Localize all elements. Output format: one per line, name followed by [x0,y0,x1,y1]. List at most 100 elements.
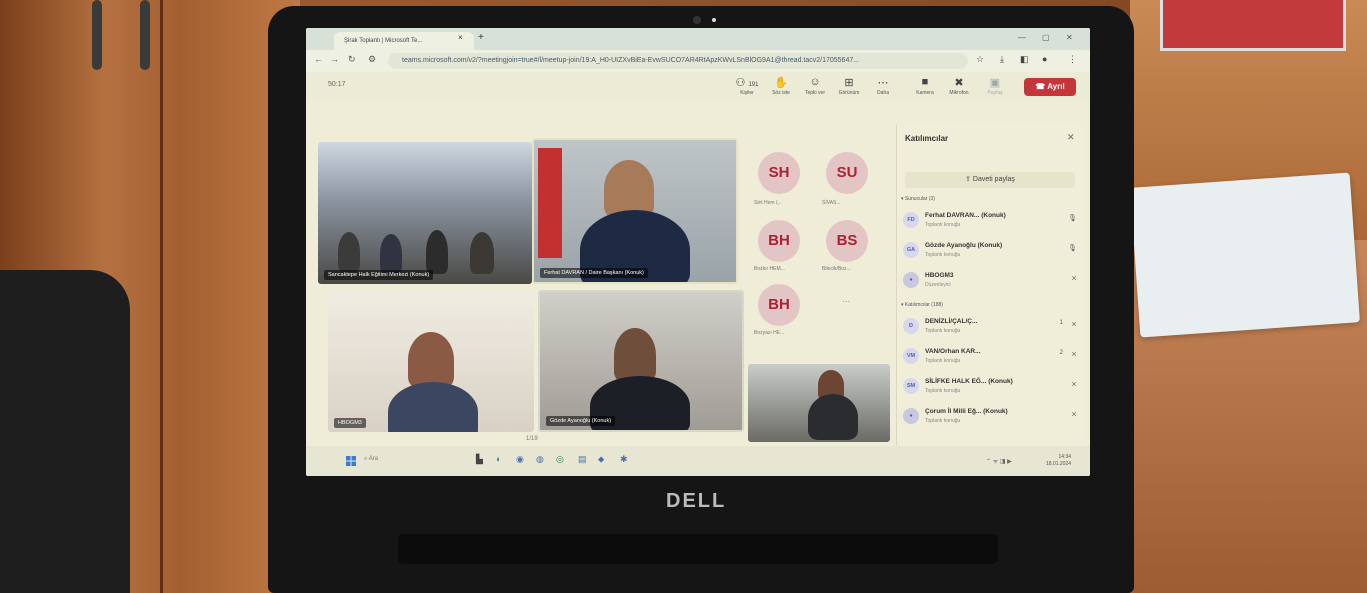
windows-start-icon[interactable] [346,456,356,466]
forward-icon[interactable]: → [330,54,339,64]
address-bar-row: ← → ↻ ⚙ teams.microsoft.com/v2/?meetingj… [306,50,1090,72]
download-icon[interactable]: ⤓ [1000,54,1004,65]
share-invite-button[interactable]: ⇪ Daveti paylaş [905,172,1075,188]
person-body [808,394,858,440]
new-tab-button[interactable]: + [478,32,484,43]
participant-row[interactable]: SM SİLİFKE HALK EĞ... (Konuk) Toplantı k… [903,374,1081,400]
participant-row[interactable]: FD Ferhat DAVRAN... (Konuk) Toplantı kon… [903,208,1081,234]
profile-icon[interactable]: ● [1042,54,1047,64]
participant-avatar[interactable]: BH [758,220,800,262]
participant-avatar[interactable]: BS [826,220,868,262]
widgets-icon[interactable]: ◐ [496,454,501,464]
camera-button[interactable]: ■ Kamera [910,76,940,96]
mic-button[interactable]: ✖ Mikrofon [944,76,974,96]
raise-hand-button[interactable]: ✋ Söz iste [766,76,796,96]
url-field[interactable]: teams.microsoft.com/v2/?meetingjoin=true… [388,53,968,69]
avatar-label: Bilecik/Boz... [822,266,851,272]
close-window-icon[interactable]: ✕ [1066,33,1073,42]
photo-scene: DELL Şirak Toplantı | Microsoft Te... × … [0,0,1367,593]
leave-button[interactable]: ☎ Ayrıl [1024,78,1076,96]
participant-name: DENİZLİ/ÇAL/Ç... [925,318,978,325]
participant-avatar: GA [903,242,919,258]
page-indicator[interactable]: 1/19 [526,436,538,442]
more-dots-icon: ⋯ [877,77,889,89]
participant-name: SİLİFKE HALK EĞ... (Konuk) [925,378,1013,385]
browser-menu-icon[interactable]: ⋮ [1068,54,1077,65]
avatar-label: Bozyazı HE... [754,330,785,336]
video-tile-active[interactable]: Ferhat DAVRAN / Daire Başkanı (Konuk) [532,138,738,284]
participant-name: Gözde Ayanoğlu (Konuk) [925,242,1003,249]
presenters-header[interactable]: ▾ Sunucular (3) [901,196,935,202]
webcam-led [712,18,716,22]
browser-tab[interactable]: Şirak Toplantı | Microsoft Te... [334,32,474,50]
attendees-header[interactable]: ▾ Katılımcılar (188) [901,302,943,308]
self-video-preview[interactable] [748,364,890,442]
people-button[interactable]: ⚇ 191 Kişiler [732,76,762,96]
panel-title: Katılımcılar [905,134,949,143]
file-explorer-icon[interactable]: ▤ [578,454,587,465]
sidebar-icon[interactable]: ◧ [1020,54,1029,65]
share-button[interactable]: ▣ Paylaş [980,76,1010,96]
participant-role: Toplantı konuğu [925,328,961,334]
participant-name: Gözde Ayanoğlu (Konuk) [546,416,616,426]
participant-avatar: FD [903,212,919,228]
video-tile[interactable]: Sancaktepe Halk Eğitimi Merkezi (Konuk) [318,142,532,284]
participant-avatar[interactable]: SH [758,152,800,194]
taskbar-search[interactable]: ⌕ Ara [364,456,378,463]
participant-avatar[interactable]: SU [826,152,868,194]
cabinet-handle [92,0,102,70]
mic-off-icon: ⨯ [1071,411,1077,418]
more-button[interactable]: ⋯ Daha [868,76,898,96]
person-figure [380,234,402,274]
video-tile[interactable]: HBOGM3 [328,292,534,432]
tab-title: Şirak Toplantı | Microsoft Te... [344,38,423,44]
participant-name: Ferhat DAVRAN... (Konuk) [925,212,1006,219]
phone-hangup-icon: ☎ [1035,82,1046,91]
participant-avatar: SM [903,378,919,394]
back-icon[interactable]: ← [314,54,323,64]
chrome-icon[interactable]: ◎ [556,454,564,465]
react-button[interactable]: ☺ Tepki ver [800,76,830,96]
tab-close-button[interactable]: × [458,33,463,42]
hand-icon: ✋ [774,77,788,89]
edge-icon[interactable]: ◍ [536,454,544,465]
site-settings-icon[interactable]: ⚙ [368,54,376,65]
more-avatars[interactable]: ... [842,294,850,305]
wall-poster [1160,0,1346,51]
settings-icon[interactable]: ✱ [620,454,628,465]
avatar-label: SİVAS... [822,200,841,206]
close-panel-icon[interactable]: ✕ [1067,132,1075,143]
taskbar-clock[interactable]: 14:34 18.01.2024 [1046,454,1071,468]
person-figure [426,230,448,274]
app-icon[interactable]: ⬥ [598,454,604,465]
paper-stack [1130,172,1360,338]
participant-row[interactable]: D DENİZLİ/ÇAL/Ç... Toplantı konuğu 1 ⨯ [903,314,1081,340]
participant-name: Sancaktepe Halk Eğitimi Merkezi (Konuk) [324,270,434,280]
raised-hand-order: 2 [1059,350,1063,356]
maximize-icon[interactable]: ▢ [1042,33,1050,42]
participant-name: Çorum İl Milli Eğ... (Konuk) [925,408,1008,415]
view-button[interactable]: ⊞ Görünüm [834,76,864,96]
system-tray-icons[interactable]: ⌃ ᯤ ◨ ▶ [986,457,1012,465]
participant-role: Toplantı konuğu [925,222,961,228]
meeting-toolbar: 50:17 ⚇ 191 Kişiler ✋ Söz iste ☺ Tepki v… [306,72,1090,102]
participant-row[interactable]: GA Gözde Ayanoğlu (Konuk) Toplantı konuğ… [903,238,1081,264]
bookmark-star-icon[interactable]: ☆ [976,54,984,65]
task-view-icon[interactable]: ▙ [476,454,483,465]
participant-avatar[interactable]: BH [758,284,800,326]
webcam [693,16,701,24]
video-tile[interactable]: Gözde Ayanoğlu (Konuk) [538,290,744,432]
mic-off-icon: ⨯ [1071,275,1077,282]
share-screen-icon: ▣ [989,77,1001,89]
minimize-icon[interactable]: — [1018,33,1026,42]
participant-row[interactable]: ● Çorum İl Milli Eğ... (Konuk) Toplantı … [903,404,1081,430]
chat-icon[interactable]: ◉ [516,454,524,465]
cabinet-handle [140,0,150,70]
participant-role: Toplantı konuğu [925,418,961,424]
reload-icon[interactable]: ↻ [348,54,356,65]
meeting-timer: 50:17 [328,81,346,88]
participant-row[interactable]: ● HBOGM3 Düzenleyici ⨯ [903,268,1081,294]
mic-icon: 🎙 [1068,215,1077,222]
raised-hand-order: 1 [1059,320,1063,326]
participant-row[interactable]: VM VAN/Orhan KAR... Toplantı konuğu 2 ⨯ [903,344,1081,370]
